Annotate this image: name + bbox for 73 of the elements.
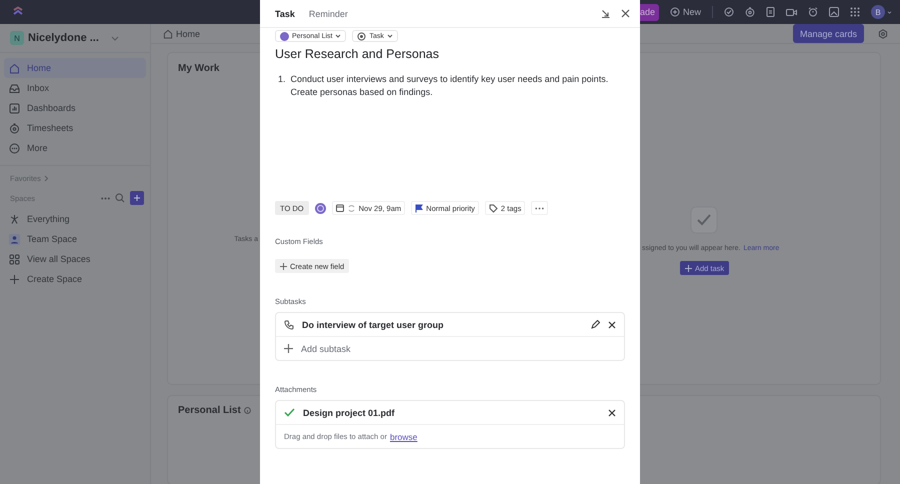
- more-icon: [535, 206, 544, 210]
- card-title: Personal List: [178, 405, 241, 416]
- checkmark-icon: [690, 206, 718, 234]
- space-item[interactable]: Team Space: [4, 229, 146, 249]
- chart-icon: [9, 102, 20, 114]
- search-icon[interactable]: [115, 193, 125, 203]
- tag-icon: [488, 204, 498, 212]
- space-item[interactable]: View all Spaces: [4, 249, 146, 269]
- more-icon[interactable]: [101, 196, 110, 200]
- subtask-title[interactable]: Do interview of target user group: [302, 320, 583, 330]
- attachment-name[interactable]: Design project 01.pdf: [303, 408, 600, 418]
- plus-icon: [685, 264, 692, 272]
- new-button[interactable]: New: [670, 7, 701, 17]
- more-options-button[interactable]: [531, 201, 548, 215]
- close-icon[interactable]: [608, 408, 616, 416]
- inbox-icon: [9, 82, 20, 94]
- asterisk-icon: [9, 214, 20, 224]
- grid-icon: [9, 254, 20, 264]
- space-item[interactable]: Everything: [4, 209, 146, 229]
- tab[interactable]: Task: [268, 0, 302, 27]
- home-icon: [163, 28, 173, 38]
- target-icon: [357, 32, 366, 40]
- plus-icon: [9, 274, 20, 284]
- alarm-clock-icon[interactable]: [808, 7, 818, 17]
- plus-circle-icon: [670, 7, 680, 17]
- manage-cards-button[interactable]: Manage cards: [792, 24, 864, 43]
- sidebar-item[interactable]: Inbox: [4, 78, 146, 98]
- space-item[interactable]: Create Space: [4, 269, 146, 289]
- caret-icon: [335, 34, 342, 38]
- image-icon[interactable]: [829, 7, 839, 17]
- breadcrumb[interactable]: Home: [163, 28, 200, 38]
- add-subtask-button[interactable]: Add subtask: [301, 344, 351, 354]
- edit-icon[interactable]: [591, 320, 600, 329]
- workspace-badge: N: [10, 31, 24, 45]
- check-icon: [284, 408, 295, 417]
- more-icon: [9, 142, 20, 154]
- tab[interactable]: Reminder: [302, 0, 355, 27]
- list-number: 1.: [278, 73, 286, 86]
- home-icon: [9, 62, 20, 74]
- document-icon[interactable]: [766, 7, 775, 17]
- info-icon[interactable]: [244, 407, 251, 414]
- workspace-name[interactable]: Nicelydone ...: [28, 32, 99, 44]
- assignee-avatar-icon[interactable]: [314, 202, 326, 214]
- repeat-icon: [346, 204, 356, 212]
- task-title[interactable]: User Research and Personas: [275, 47, 625, 61]
- plus-icon: [133, 194, 141, 202]
- team-icon: [9, 234, 20, 244]
- close-icon[interactable]: [608, 320, 616, 328]
- browse-link[interactable]: browse: [390, 432, 418, 442]
- calendar-icon: [336, 204, 344, 212]
- close-icon[interactable]: [621, 9, 630, 18]
- flag-icon: [415, 204, 424, 212]
- sidebar-item[interactable]: Home: [4, 58, 146, 78]
- caret-icon[interactable]: [887, 10, 892, 14]
- timer-icon[interactable]: [745, 7, 755, 17]
- description-text: Conduct user interviews and surveys to identify key user needs and pain points. Create personas based on findings.: [290, 73, 610, 99]
- sidebar-item[interactable]: Timesheets: [4, 118, 146, 138]
- plus-icon: [280, 262, 287, 270]
- user-avatar[interactable]: B: [871, 5, 885, 19]
- sidebar-item[interactable]: More: [4, 138, 146, 158]
- add-space-button[interactable]: [130, 191, 144, 205]
- stopwatch-icon: [9, 122, 20, 134]
- caret-icon: [386, 34, 393, 38]
- settings-icon[interactable]: [878, 28, 888, 38]
- video-icon[interactable]: [786, 8, 797, 16]
- check-circle-icon[interactable]: [724, 7, 734, 17]
- card-title: My Work: [178, 63, 220, 74]
- avatar-icon: [280, 32, 289, 40]
- plus-icon[interactable]: [284, 344, 293, 353]
- sidebar-item[interactable]: Dashboards: [4, 98, 146, 118]
- minimize-icon[interactable]: [601, 9, 610, 18]
- apps-grid-icon[interactable]: [850, 7, 860, 17]
- phone-icon: [284, 320, 294, 330]
